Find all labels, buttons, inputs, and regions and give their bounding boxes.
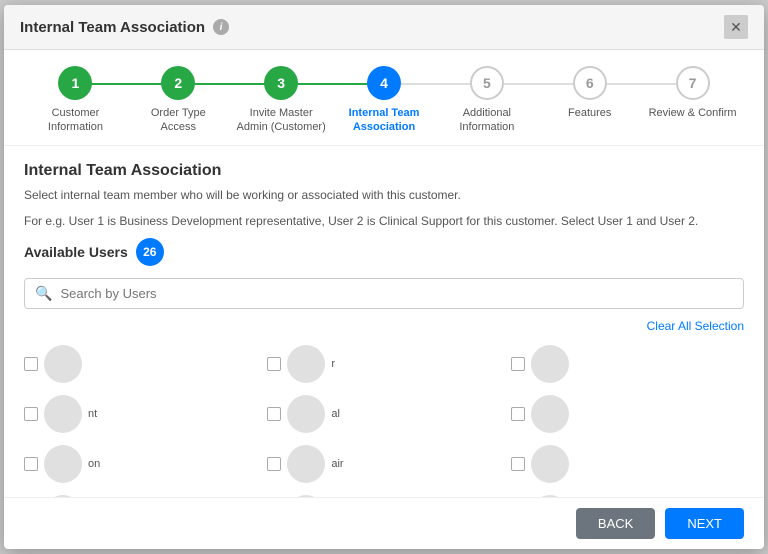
- avatar: [287, 345, 325, 383]
- step-7: 7 Review & Confirm: [641, 66, 744, 120]
- step-2-label: Order Type Access: [133, 106, 223, 135]
- stepper: 1 Customer Information 2 Order Type Acce…: [4, 50, 764, 146]
- user-checkbox[interactable]: [267, 357, 281, 371]
- step-7-label: Review & Confirm: [649, 106, 737, 120]
- user-name: r: [331, 358, 335, 370]
- step-5-label: Additional Information: [442, 106, 532, 135]
- modal: Internal Team Association i ✕ 1 Customer…: [4, 5, 764, 549]
- close-button[interactable]: ✕: [724, 15, 748, 39]
- user-name: al: [331, 408, 340, 420]
- step-2: 2 Order Type Access: [127, 66, 230, 135]
- step-1-label: Customer Information: [30, 106, 120, 135]
- user-checkbox[interactable]: [267, 457, 281, 471]
- user-count-badge: 26: [136, 238, 164, 266]
- section-title: Internal Team Association: [24, 162, 744, 180]
- section-desc-2: For e.g. User 1 is Business Development …: [24, 212, 744, 230]
- search-icon: 🔍: [35, 285, 52, 302]
- step-2-circle: 2: [161, 66, 195, 100]
- list-item: [511, 441, 744, 487]
- modal-header: Internal Team Association i ✕: [4, 5, 764, 50]
- list-item: r: [267, 341, 500, 387]
- avatar: [44, 345, 82, 383]
- step-3-circle: 3: [264, 66, 298, 100]
- user-name: nt: [88, 408, 97, 420]
- user-checkbox[interactable]: [511, 407, 525, 421]
- available-users-label: Available Users: [24, 244, 128, 260]
- list-item: [24, 341, 257, 387]
- user-name: on: [88, 458, 100, 470]
- avatar: [531, 445, 569, 483]
- info-icon[interactable]: i: [213, 19, 229, 35]
- modal-title-text: Internal Team Association: [20, 19, 205, 36]
- step-1: 1 Customer Information: [24, 66, 127, 135]
- search-input[interactable]: [60, 286, 733, 301]
- list-item: [511, 341, 744, 387]
- back-button[interactable]: BACK: [576, 508, 655, 539]
- step-3-label: Invite Master Admin (Customer): [236, 106, 326, 135]
- user-checkbox[interactable]: [24, 357, 38, 371]
- avatar: [287, 395, 325, 433]
- available-users-row: Available Users 26: [24, 238, 744, 266]
- step-1-circle: 1: [58, 66, 92, 100]
- step-6-circle: 6: [573, 66, 607, 100]
- step-4-label: Internal Team Association: [339, 106, 429, 135]
- list-item: nt: [24, 391, 257, 437]
- avatar: [531, 345, 569, 383]
- user-checkbox[interactable]: [267, 407, 281, 421]
- step-6-label: Features: [568, 106, 611, 120]
- step-3: 3 Invite Master Admin (Customer): [230, 66, 333, 135]
- users-grid: r nt al: [24, 341, 744, 497]
- user-name: air: [331, 458, 343, 470]
- step-4-circle: 4: [367, 66, 401, 100]
- list-item: [511, 391, 744, 437]
- user-checkbox[interactable]: [24, 407, 38, 421]
- section-desc-1: Select internal team member who will be …: [24, 186, 744, 204]
- list-item: on: [24, 441, 257, 487]
- user-checkbox[interactable]: [24, 457, 38, 471]
- user-checkbox[interactable]: [511, 457, 525, 471]
- step-7-circle: 7: [676, 66, 710, 100]
- step-5-circle: 5: [470, 66, 504, 100]
- list-item: al: [267, 391, 500, 437]
- step-5: 5 Additional Information: [435, 66, 538, 135]
- search-box: 🔍: [24, 278, 744, 309]
- list-item: air: [267, 441, 500, 487]
- avatar: [287, 445, 325, 483]
- clear-all-button[interactable]: Clear All Selection: [24, 319, 744, 333]
- step-4: 4 Internal Team Association: [333, 66, 436, 135]
- next-button[interactable]: NEXT: [665, 508, 744, 539]
- avatar: [44, 395, 82, 433]
- step-6: 6 Features: [538, 66, 641, 120]
- avatar: [44, 445, 82, 483]
- modal-footer: BACK NEXT: [4, 497, 764, 549]
- modal-body: Internal Team Association Select interna…: [4, 146, 764, 497]
- modal-title: Internal Team Association i: [20, 19, 229, 36]
- user-checkbox[interactable]: [511, 357, 525, 371]
- avatar: [531, 395, 569, 433]
